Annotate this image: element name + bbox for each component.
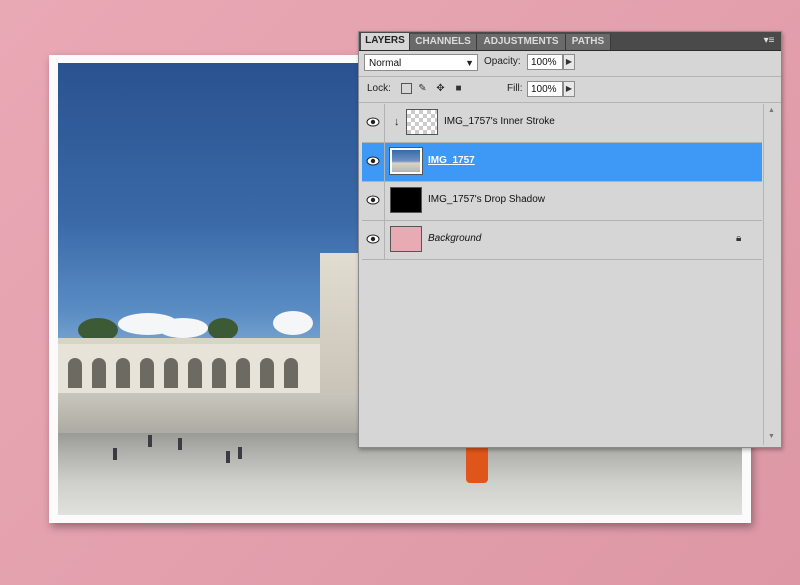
tab-layers[interactable]: LAYERS <box>361 33 410 50</box>
tab-adjustments[interactable]: ADJUSTMENTS <box>477 34 566 50</box>
layer-row-background[interactable]: Background 🔒︎ <box>362 221 762 260</box>
person <box>178 438 182 450</box>
arch <box>212 358 226 388</box>
fill-slider-arrow[interactable]: ▶ <box>563 81 575 97</box>
opacity-label: Opacity: <box>484 56 521 67</box>
fill-field[interactable]: 100% <box>527 81 563 97</box>
blend-mode-select[interactable]: Normal ▼ <box>364 54 478 71</box>
layer-name: Background <box>428 233 482 244</box>
arch <box>140 358 154 388</box>
person <box>113 448 117 460</box>
fill-label: Fill: <box>507 83 523 94</box>
arch <box>164 358 178 388</box>
eye-icon <box>366 117 380 127</box>
cloud <box>158 318 208 338</box>
divider <box>359 76 781 77</box>
lock-all-icon[interactable]: ■ <box>453 83 464 94</box>
panel-menu-icon[interactable]: ▾≡ <box>761 35 777 47</box>
person <box>148 435 152 447</box>
arch <box>188 358 202 388</box>
scroll-down-icon[interactable]: ▼ <box>768 433 775 440</box>
layers-scrollbar[interactable]: ▲ ▼ <box>763 104 780 445</box>
lock-row: Lock: ✎ ✥ ■ Fill: 100% ▶ <box>359 78 781 102</box>
person <box>226 451 230 463</box>
layers-list: ↓ IMG_1757's Inner Stroke IMG_1757 IMG_1… <box>362 104 762 444</box>
opacity-field[interactable]: 100% <box>527 54 563 70</box>
chevron-down-icon: ▼ <box>465 58 474 68</box>
layer-thumbnail <box>390 187 422 213</box>
cloud <box>273 311 313 335</box>
tab-paths[interactable]: PATHS <box>566 34 611 50</box>
person <box>238 447 242 459</box>
arch <box>116 358 130 388</box>
eye-icon <box>366 195 380 205</box>
tab-channels[interactable]: CHANNELS <box>410 34 477 50</box>
layer-name: IMG_1757 <box>428 155 475 166</box>
opacity-slider-arrow[interactable]: ▶ <box>563 54 575 70</box>
arch <box>260 358 274 388</box>
visibility-toggle[interactable] <box>362 182 385 220</box>
layer-row-img-1757[interactable]: IMG_1757 <box>362 143 762 182</box>
move-icon[interactable]: ✥ <box>435 83 446 94</box>
visibility-toggle[interactable] <box>362 143 385 181</box>
eye-icon <box>366 234 380 244</box>
brush-icon[interactable]: ✎ <box>417 83 428 94</box>
eye-icon <box>366 156 380 166</box>
scroll-up-icon[interactable]: ▲ <box>768 107 775 114</box>
panel-tabbar: LAYERS CHANNELS ADJUSTMENTS PATHS ▾≡ <box>359 32 781 51</box>
arch <box>236 358 250 388</box>
orange-person <box>466 443 488 483</box>
layer-row-drop-shadow[interactable]: IMG_1757's Drop Shadow <box>362 182 762 221</box>
layer-row-inner-stroke[interactable]: ↓ IMG_1757's Inner Stroke <box>362 104 762 143</box>
layer-thumbnail <box>389 147 423 175</box>
divider <box>359 102 781 103</box>
blend-mode-value: Normal <box>369 58 402 69</box>
arch <box>68 358 82 388</box>
blend-row: Normal ▼ Opacity: 100% ▶ <box>359 52 781 76</box>
clipping-arrow-icon: ↓ <box>394 116 400 128</box>
lock-icon: 🔒︎ <box>736 233 742 244</box>
layers-panel: LAYERS CHANNELS ADJUSTMENTS PATHS ▾≡ Nor… <box>358 31 782 448</box>
tree <box>208 318 238 340</box>
arch <box>284 358 298 388</box>
visibility-toggle[interactable] <box>362 104 385 142</box>
lock-label: Lock: <box>367 83 391 94</box>
lock-transparent-pixels-icon[interactable] <box>401 83 412 94</box>
layer-name: IMG_1757's Inner Stroke <box>444 116 555 127</box>
layer-thumbnail <box>406 109 438 135</box>
layer-name: IMG_1757's Drop Shadow <box>428 194 545 205</box>
arch <box>92 358 106 388</box>
layer-thumbnail <box>390 226 422 252</box>
visibility-toggle[interactable] <box>362 221 385 259</box>
